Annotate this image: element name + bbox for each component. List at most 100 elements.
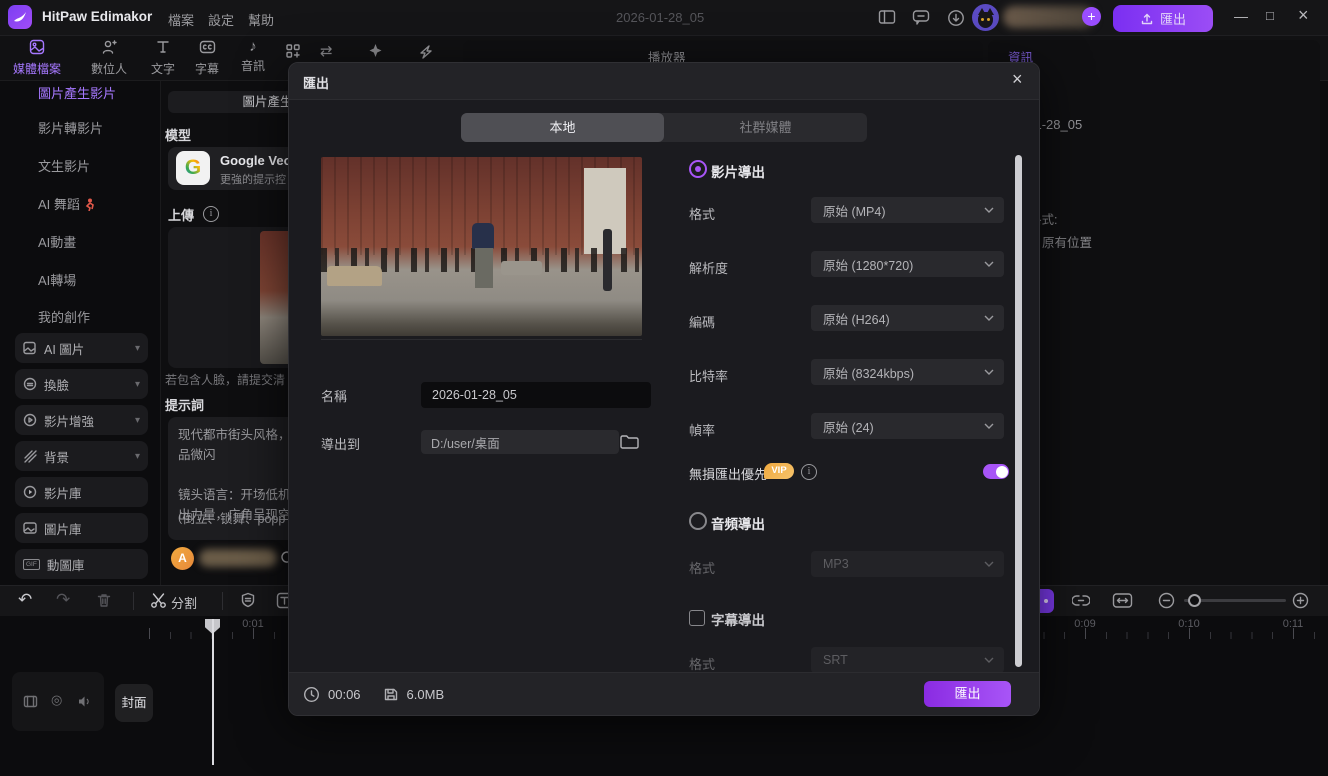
snap-icon[interactable] bbox=[1071, 592, 1091, 612]
effects-icon[interactable] bbox=[368, 43, 383, 61]
prompt-avatar: A bbox=[171, 547, 194, 570]
chevron-down-icon: ▾ bbox=[134, 378, 140, 390]
zoom-out-icon[interactable] bbox=[1158, 592, 1175, 612]
framerate-dropdown[interactable]: 原始 (24) bbox=[811, 413, 1004, 439]
tool-video-enhance[interactable]: 影片增強 ▾ bbox=[15, 405, 148, 435]
export-dialog-title: 匯出 bbox=[303, 76, 330, 91]
trash-icon[interactable] bbox=[96, 592, 112, 612]
track-film-icon[interactable] bbox=[23, 694, 38, 712]
audio-format-dropdown: MP3 bbox=[811, 551, 1004, 577]
folder-icon[interactable] bbox=[619, 432, 640, 454]
export-button-top[interactable]: 匯出 bbox=[1113, 5, 1213, 32]
video-preview bbox=[321, 157, 642, 336]
redo-icon[interactable]: ↷ bbox=[56, 591, 70, 609]
menu-file[interactable]: 檔案 bbox=[168, 10, 194, 29]
menu-help[interactable]: 幫助 bbox=[248, 10, 274, 29]
tab-audio[interactable]: ♪ 音訊 bbox=[226, 39, 280, 74]
zoom-slider[interactable] bbox=[1184, 594, 1286, 607]
image-library-icon bbox=[23, 522, 37, 534]
transition-icon[interactable]: ⇄ bbox=[320, 42, 333, 60]
track-record-icon[interactable]: ◎ bbox=[51, 692, 62, 708]
lossless-label: 無損匯出優先 bbox=[689, 467, 768, 482]
apps-icon[interactable] bbox=[285, 43, 301, 62]
sidebar: 圖片產生影片 影片轉影片 文生影片 AI 舞蹈 AI動畫 AI轉場 我的創作 A… bbox=[0, 81, 161, 585]
subtitle-export-checkbox[interactable] bbox=[689, 610, 705, 626]
project-title: 2026-01-28_05 bbox=[616, 10, 705, 25]
feedback-icon[interactable] bbox=[912, 9, 930, 28]
bitrate-label: 比特率 bbox=[689, 369, 729, 384]
clock-icon bbox=[303, 686, 320, 702]
tool-image-library[interactable]: 圖片庫 bbox=[15, 513, 148, 543]
text-icon bbox=[157, 41, 169, 53]
layout-icon[interactable] bbox=[878, 9, 896, 28]
sticker-icon[interactable] bbox=[240, 592, 256, 612]
avatar[interactable] bbox=[972, 4, 999, 31]
tool-ai-image[interactable]: AI 圖片 ▾ bbox=[15, 333, 148, 363]
tab-local[interactable]: 本地 bbox=[461, 113, 664, 142]
destination-input[interactable] bbox=[421, 430, 619, 454]
sidebar-item-video-to-video[interactable]: 影片轉影片 bbox=[38, 118, 103, 137]
resolution-label: 解析度 bbox=[689, 261, 729, 276]
download-icon[interactable] bbox=[947, 9, 965, 30]
zoom-slider-knob[interactable] bbox=[1188, 594, 1201, 607]
sidebar-item-ai-dance[interactable]: AI 舞蹈 bbox=[38, 194, 95, 213]
cover-button[interactable]: 封面 bbox=[115, 684, 153, 722]
fit-timeline-icon[interactable] bbox=[1112, 592, 1133, 612]
codec-label: 編碼 bbox=[689, 315, 716, 330]
close-window-button[interactable]: × bbox=[1298, 5, 1309, 26]
app-name: HitPaw Edimakor bbox=[42, 9, 153, 24]
duration-value: 00:06 bbox=[328, 686, 361, 702]
chevron-down-icon: ▾ bbox=[134, 450, 140, 462]
lossless-toggle[interactable] bbox=[983, 464, 1009, 479]
export-dialog: 匯出 × 本地 社群媒體 名稱 導出到 影片導出 格式 原始 (MP4) 解析度 bbox=[288, 62, 1040, 716]
sidebar-item-ai-transition[interactable]: AI轉場 bbox=[38, 270, 76, 289]
tool-face-swap[interactable]: 換臉 ▾ bbox=[15, 369, 148, 399]
bitrate-dropdown[interactable]: 原始 (8324kbps) bbox=[811, 359, 1004, 385]
destination-label: 導出到 bbox=[321, 437, 361, 452]
titlebar: HitPaw Edimakor 檔案 設定 幫助 2026-01-28_05 +… bbox=[0, 0, 1328, 36]
dialog-scrollbar[interactable] bbox=[1015, 155, 1022, 667]
tab-digital-human[interactable]: 數位人 bbox=[82, 39, 136, 77]
menu-settings[interactable]: 設定 bbox=[208, 10, 234, 29]
chevron-down-icon bbox=[984, 561, 994, 567]
add-account-button[interactable]: + bbox=[1082, 7, 1101, 26]
minimize-button[interactable]: — bbox=[1234, 8, 1248, 24]
resolution-dropdown[interactable]: 原始 (1280*720) bbox=[811, 251, 1004, 277]
tab-media[interactable]: 媒體檔案 bbox=[10, 39, 64, 77]
ruler-label: 0:11 bbox=[1282, 618, 1304, 630]
zoom-in-icon[interactable] bbox=[1292, 592, 1309, 612]
audio-export-label: 音頻導出 bbox=[711, 517, 765, 532]
sidebar-item-ai-animation[interactable]: AI動畫 bbox=[38, 232, 76, 251]
chevron-down-icon bbox=[984, 369, 994, 375]
close-dialog-icon[interactable]: × bbox=[1012, 69, 1023, 90]
video-export-radio[interactable] bbox=[689, 160, 707, 178]
voice-icon[interactable] bbox=[418, 43, 434, 62]
tool-gif-library[interactable]: GIF 動圖庫 bbox=[15, 549, 148, 579]
audio-export-radio[interactable] bbox=[689, 512, 707, 530]
codec-dropdown[interactable]: 原始 (H264) bbox=[811, 305, 1004, 331]
chevron-down-icon bbox=[984, 207, 994, 213]
undo-icon[interactable]: ↶ bbox=[18, 591, 32, 609]
sidebar-item-text-to-video[interactable]: 文生影片 bbox=[38, 156, 90, 175]
sidebar-item-my-creations[interactable]: 我的創作 bbox=[38, 307, 90, 326]
format-dropdown[interactable]: 原始 (MP4) bbox=[811, 197, 1004, 223]
split-scissors-icon[interactable] bbox=[150, 592, 167, 612]
maximize-button[interactable]: □ bbox=[1266, 8, 1274, 23]
info-icon[interactable]: i bbox=[801, 464, 817, 480]
export-confirm-button[interactable]: 匯出 bbox=[924, 681, 1011, 707]
tab-social-media[interactable]: 社群媒體 bbox=[664, 113, 867, 142]
upload-label: 上傳 bbox=[168, 208, 195, 223]
face-swap-icon bbox=[23, 377, 37, 391]
tool-video-library[interactable]: 影片庫 bbox=[15, 477, 148, 507]
tool-background[interactable]: 背景 ▾ bbox=[15, 441, 148, 471]
prompt-line-overflow: （倒立、锁舞、popp bbox=[170, 512, 286, 526]
playhead-line[interactable] bbox=[212, 619, 214, 765]
info-icon[interactable]: i bbox=[203, 206, 219, 222]
player-panel: 播放器 bbox=[463, 40, 983, 65]
sidebar-item-image-to-video[interactable]: 圖片產生影片 bbox=[38, 83, 116, 102]
split-label[interactable]: 分割 bbox=[171, 593, 197, 612]
name-input[interactable] bbox=[421, 382, 651, 408]
ruler-label: 0:01 bbox=[242, 618, 264, 630]
track-mute-icon[interactable] bbox=[77, 694, 92, 712]
video-enhance-icon bbox=[23, 413, 37, 427]
